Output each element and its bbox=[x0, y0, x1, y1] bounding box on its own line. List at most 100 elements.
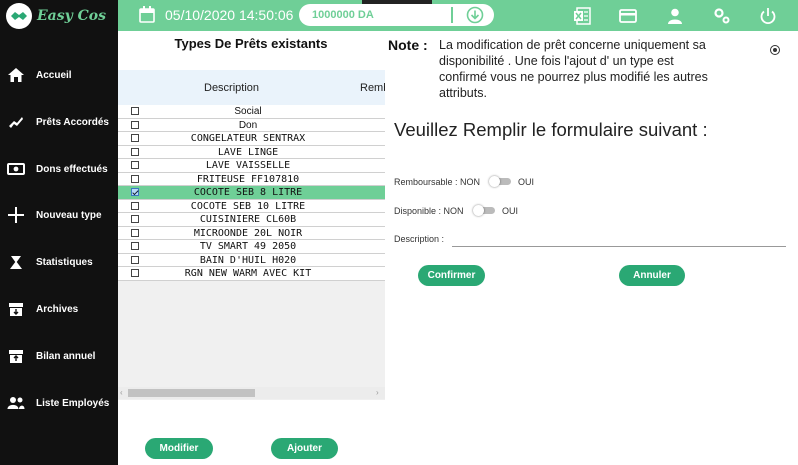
modify-button[interactable]: Modifier bbox=[145, 438, 213, 459]
row-checkbox[interactable] bbox=[131, 215, 139, 223]
calendar-icon bbox=[139, 6, 155, 23]
row-description: RGN NEW WARM AVEC KIT bbox=[184, 268, 312, 279]
archive-icon bbox=[9, 303, 23, 316]
balance-amount: 1000000 DA bbox=[312, 9, 374, 21]
sidebar-item-bilan-annuel[interactable]: Bilan annuel bbox=[0, 336, 118, 376]
row-checkbox[interactable] bbox=[131, 107, 139, 115]
column-header-description[interactable]: Description bbox=[204, 82, 259, 94]
row-description: BAIN D'HUIL H020 bbox=[199, 254, 297, 266]
disponible-oui-label: OUI bbox=[502, 206, 519, 216]
table-row[interactable]: BAIN D'HUIL H020 bbox=[118, 253, 385, 267]
app-window: Easy Cos 05/10/2020 14:50:06 1000000 DA bbox=[0, 0, 798, 465]
table-row[interactable]: FRITEUSE FF107810 bbox=[118, 172, 385, 186]
sidebar-item-accueil[interactable]: Accueil bbox=[0, 55, 118, 95]
sidebar-item-label: Prêts Accordés bbox=[36, 116, 109, 128]
description-label: Description : bbox=[394, 234, 445, 244]
table-row[interactable]: LAVE LINGE bbox=[118, 145, 385, 159]
people-icon bbox=[7, 397, 25, 409]
balance-box: 1000000 DA bbox=[299, 4, 494, 26]
cancel-button[interactable]: Annuler bbox=[619, 265, 685, 286]
sidebar-item-statistiques[interactable]: Statistiques bbox=[0, 242, 118, 282]
sidebar-item-label: Liste Employés bbox=[36, 397, 110, 409]
table-row[interactable]: Don bbox=[118, 118, 385, 132]
scrollbar-thumb[interactable] bbox=[128, 389, 255, 397]
note-line: attributs. bbox=[439, 86, 487, 100]
top-bar: Easy Cos 05/10/2020 14:50:06 1000000 DA bbox=[0, 0, 798, 31]
sidebar-item-nouveau-type[interactable]: Nouveau type bbox=[0, 195, 118, 235]
row-description: Don bbox=[238, 119, 258, 131]
divider bbox=[451, 7, 453, 23]
row-description: CONGELATEUR SENTRAX bbox=[190, 133, 306, 144]
chart-icon bbox=[10, 256, 22, 269]
power-icon[interactable] bbox=[758, 6, 778, 26]
column-header-remboursable[interactable]: Remb bbox=[360, 82, 385, 94]
table-row[interactable]: MICROONDE 20L NOIR bbox=[118, 226, 385, 240]
add-button[interactable]: Ajouter bbox=[271, 438, 338, 459]
logo-text: Easy Cos bbox=[37, 7, 106, 24]
disponible-label: Disponible : NON bbox=[394, 206, 464, 216]
sidebar-item-label: Bilan annuel bbox=[36, 350, 96, 362]
row-checkbox[interactable] bbox=[131, 242, 139, 250]
money-icon bbox=[7, 163, 25, 175]
toggle-knob bbox=[489, 176, 500, 187]
note-text: La modification de prêt concerne uniquem… bbox=[439, 37, 759, 101]
table-row[interactable]: TV SMART 49 2050 bbox=[118, 240, 385, 254]
note-line: disponibilité . Une fois l'ajout d' un t… bbox=[439, 54, 674, 68]
table-row[interactable]: CONGELATEUR SENTRAX bbox=[118, 132, 385, 146]
row-checkbox[interactable] bbox=[131, 147, 139, 156]
note-label: Note : bbox=[388, 37, 428, 53]
scroll-left-arrow-icon[interactable]: ‹ bbox=[120, 388, 123, 397]
sidebar-item-label: Nouveau type bbox=[36, 209, 102, 221]
remboursable-toggle[interactable] bbox=[489, 176, 511, 187]
user-icon[interactable] bbox=[665, 6, 685, 26]
row-checkbox[interactable] bbox=[131, 228, 139, 237]
row-checkbox[interactable] bbox=[131, 201, 139, 210]
excel-icon[interactable] bbox=[572, 6, 592, 26]
panel-title: Types De Prêts existants bbox=[174, 36, 328, 51]
card-icon[interactable] bbox=[618, 6, 638, 26]
table-row-selected[interactable]: COCOTE SEB 8 LITRE bbox=[118, 186, 385, 200]
row-description: CUISINIERE CL60B bbox=[199, 214, 297, 225]
description-input[interactable] bbox=[452, 246, 786, 247]
row-checkbox-checked[interactable] bbox=[131, 188, 139, 196]
row-description: COCOTE SEB 10 LITRE bbox=[190, 200, 306, 212]
sidebar-item-prets-accordes[interactable]: Prêts Accordés bbox=[0, 102, 118, 142]
note-line: confirmé vous ne pourrez plus modifié le… bbox=[439, 70, 708, 84]
confirm-button[interactable]: Confirmer bbox=[418, 265, 485, 286]
row-checkbox[interactable] bbox=[131, 255, 139, 264]
disponible-toggle[interactable] bbox=[473, 205, 495, 216]
toggle-knob bbox=[473, 205, 484, 216]
home-icon bbox=[8, 68, 24, 82]
remboursable-oui-label: OUI bbox=[518, 177, 535, 187]
download-circle-icon[interactable] bbox=[466, 6, 484, 24]
table-row[interactable]: CUISINIERE CL60B bbox=[118, 213, 385, 227]
row-checkbox[interactable] bbox=[131, 269, 139, 277]
row-checkbox[interactable] bbox=[131, 134, 139, 142]
row-checkbox[interactable] bbox=[131, 120, 139, 129]
datetime: 05/10/2020 14:50:06 bbox=[165, 7, 294, 23]
sidebar-item-dons-effectues[interactable]: Dons effectués bbox=[0, 149, 118, 189]
loan-types-table: Description Remb Social Don CONGELATEUR … bbox=[118, 70, 385, 400]
sidebar-item-archives[interactable]: Archives bbox=[0, 289, 118, 329]
sidebar-item-liste-employes[interactable]: Liste Employés bbox=[0, 383, 118, 423]
row-description: LAVE LINGE bbox=[217, 146, 279, 158]
row-description: TV SMART 49 2050 bbox=[199, 241, 297, 252]
table-row[interactable]: RGN NEW WARM AVEC KIT bbox=[118, 267, 385, 281]
scroll-right-arrow-icon[interactable]: › bbox=[376, 388, 379, 397]
sidebar-item-label: Statistiques bbox=[36, 256, 93, 268]
row-checkbox[interactable] bbox=[131, 174, 139, 183]
form-heading: Veuillez Remplir le formulaire suivant : bbox=[394, 119, 708, 140]
row-description: MICROONDE 20L NOIR bbox=[193, 227, 303, 239]
table-row[interactable]: Social bbox=[118, 105, 385, 119]
handshake-icon bbox=[9, 117, 23, 128]
table-row[interactable]: LAVE VAISSELLE bbox=[118, 159, 385, 173]
row-description: Social bbox=[234, 106, 262, 117]
settings-icon[interactable] bbox=[712, 6, 732, 26]
table-row[interactable]: COCOTE SEB 10 LITRE bbox=[118, 199, 385, 213]
table-header: Description Remb bbox=[118, 70, 385, 105]
sidebar: Accueil Prêts Accordés Dons effectués No… bbox=[0, 31, 118, 465]
radio-button[interactable] bbox=[770, 45, 780, 55]
row-checkbox[interactable] bbox=[131, 161, 139, 169]
row-description: LAVE VAISSELLE bbox=[205, 160, 291, 171]
plus-icon bbox=[8, 207, 24, 223]
